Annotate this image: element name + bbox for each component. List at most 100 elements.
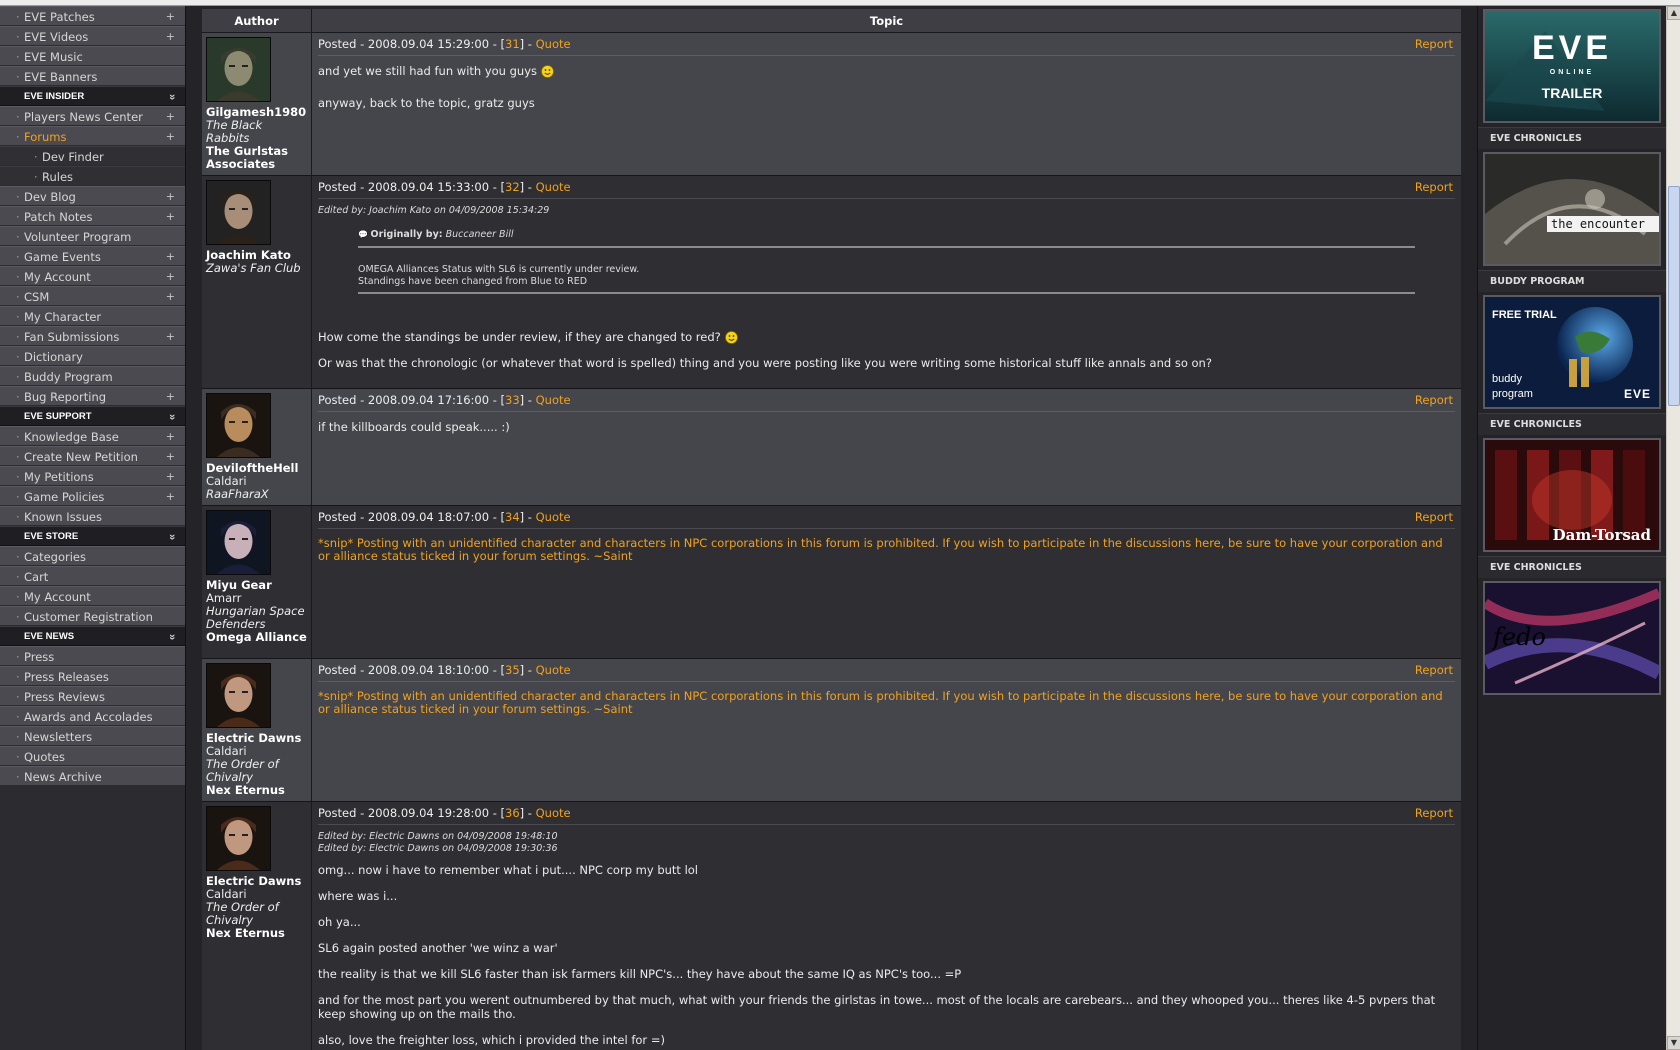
avatar[interactable] [206, 510, 271, 575]
quote-link[interactable]: Quote [536, 663, 571, 677]
nav-item-news-archive[interactable]: News Archive [0, 766, 185, 787]
nav-item-patch-notes[interactable]: Patch Notes + [0, 206, 185, 227]
nav-item-buddy-program[interactable]: Buddy Program [0, 366, 185, 387]
nav-item-press-releases[interactable]: Press Releases [0, 666, 185, 687]
nav-item-dev-blog[interactable]: Dev Blog + [0, 186, 185, 207]
expand-plus-icon[interactable]: + [166, 487, 175, 507]
avatar[interactable] [206, 663, 271, 728]
nav-item-press-reviews[interactable]: Press Reviews [0, 686, 185, 707]
quote-link[interactable]: Quote [536, 393, 571, 407]
expand-plus-icon[interactable]: + [166, 467, 175, 487]
expand-plus-icon[interactable]: + [166, 287, 175, 307]
author-corporation[interactable]: RaaFharaX [206, 488, 307, 501]
collapse-chevron-icon[interactable]: » [162, 534, 182, 540]
author-corporation[interactable]: The Order of Chivalry [206, 758, 307, 784]
nav-item-game-events[interactable]: Game Events + [0, 246, 185, 267]
quote-link[interactable]: Quote [536, 806, 571, 820]
nav-section-eve-insider[interactable]: EVE INSIDER » [0, 86, 185, 106]
expand-plus-icon[interactable]: + [166, 387, 175, 407]
nav-item-rules[interactable]: Rules [0, 166, 185, 187]
nav-item-press[interactable]: Press [0, 646, 185, 667]
nav-item-cart[interactable]: Cart [0, 566, 185, 587]
avatar[interactable] [206, 180, 271, 245]
avatar[interactable] [206, 37, 271, 102]
post-number-link[interactable]: 33 [505, 393, 520, 407]
expand-plus-icon[interactable]: + [166, 107, 175, 127]
report-link[interactable]: Report [1415, 659, 1453, 682]
nav-section-eve-news[interactable]: EVE NEWS » [0, 626, 185, 646]
expand-plus-icon[interactable]: + [166, 247, 175, 267]
author-alliance[interactable]: Omega Alliance [206, 631, 307, 644]
collapse-chevron-icon[interactable]: » [162, 634, 182, 640]
quote-link[interactable]: Quote [536, 510, 571, 524]
expand-plus-icon[interactable]: + [166, 187, 175, 207]
post-number-link[interactable]: 32 [505, 180, 520, 194]
nav-item-eve-music[interactable]: EVE Music [0, 46, 185, 67]
nav-item-players-news-center[interactable]: Players News Center + [0, 106, 185, 127]
scroll-down-button[interactable]: ▼ [1667, 1036, 1680, 1050]
author-corporation[interactable]: The Order of Chivalry [206, 901, 307, 927]
quote-link[interactable]: Quote [536, 37, 571, 51]
banner-fedo[interactable]: fedo [1483, 581, 1661, 695]
collapse-chevron-icon[interactable]: » [162, 94, 182, 100]
avatar[interactable] [206, 806, 271, 871]
expand-plus-icon[interactable]: + [166, 27, 175, 47]
nav-section-eve-support[interactable]: EVE SUPPORT » [0, 406, 185, 426]
nav-item-game-policies[interactable]: Game Policies + [0, 486, 185, 507]
post-number-link[interactable]: 35 [505, 663, 520, 677]
nav-item-eve-banners[interactable]: EVE Banners [0, 66, 185, 87]
nav-item-my-account[interactable]: My Account + [0, 266, 185, 287]
post-number-link[interactable]: 31 [505, 37, 520, 51]
expand-plus-icon[interactable]: + [166, 447, 175, 467]
scroll-thumb[interactable] [1668, 186, 1680, 406]
nav-item-dev-finder[interactable]: Dev Finder [0, 146, 185, 167]
page-scrollbar[interactable]: ▲ ▼ [1666, 6, 1680, 1050]
expand-plus-icon[interactable]: + [166, 267, 175, 287]
scroll-up-button[interactable]: ▲ [1667, 6, 1680, 20]
banner-trailer[interactable]: EVE ONLINE TRAILER [1483, 9, 1661, 123]
nav-item-eve-videos[interactable]: EVE Videos + [0, 26, 185, 47]
post-number-link[interactable]: 36 [505, 806, 520, 820]
report-link[interactable]: Report [1415, 506, 1453, 529]
nav-item-create-new-petition[interactable]: Create New Petition + [0, 446, 185, 467]
collapse-chevron-icon[interactable]: » [162, 414, 182, 420]
report-link[interactable]: Report [1415, 33, 1453, 56]
banner-buddy[interactable]: FREE TRIAL buddy program EVE [1483, 295, 1661, 409]
nav-item-bug-reporting[interactable]: Bug Reporting + [0, 386, 185, 407]
expand-plus-icon[interactable]: + [166, 207, 175, 227]
expand-plus-icon[interactable]: + [166, 327, 175, 347]
author-alliance[interactable]: The Gurlstas Associates [206, 145, 307, 171]
expand-plus-icon[interactable]: + [166, 427, 175, 447]
nav-item-quotes[interactable]: Quotes [0, 746, 185, 767]
nav-item-awards-and-accolades[interactable]: Awards and Accolades [0, 706, 185, 727]
banner-damtorsad[interactable]: Dam-Torsad [1483, 438, 1661, 552]
nav-item-fan-submissions[interactable]: Fan Submissions + [0, 326, 185, 347]
nav-item-csm[interactable]: CSM + [0, 286, 185, 307]
nav-item-categories[interactable]: Categories [0, 546, 185, 567]
report-link[interactable]: Report [1415, 802, 1453, 825]
banner-encounter[interactable]: the encounter [1483, 152, 1661, 266]
nav-item-newsletters[interactable]: Newsletters [0, 726, 185, 747]
nav-item-eve-patches[interactable]: EVE Patches + [0, 6, 185, 27]
nav-item-volunteer-program[interactable]: Volunteer Program [0, 226, 185, 247]
nav-item-my-character[interactable]: My Character [0, 306, 185, 327]
report-link[interactable]: Report [1415, 176, 1453, 199]
author-alliance[interactable]: Nex Eternus [206, 927, 307, 940]
quote-link[interactable]: Quote [536, 180, 571, 194]
post-number-link[interactable]: 34 [505, 510, 520, 524]
nav-item-forums[interactable]: Forums + [0, 126, 185, 147]
expand-plus-icon[interactable]: + [166, 7, 175, 27]
nav-item-knowledge-base[interactable]: Knowledge Base + [0, 426, 185, 447]
nav-item-my-petitions[interactable]: My Petitions + [0, 466, 185, 487]
author-corporation[interactable]: Zawa's Fan Club [206, 262, 307, 275]
nav-item-customer-registration[interactable]: Customer Registration [0, 606, 185, 627]
avatar[interactable] [206, 393, 271, 458]
author-corporation[interactable]: The Black Rabbits [206, 119, 307, 145]
author-corporation[interactable]: Hungarian Space Defenders [206, 605, 307, 631]
nav-section-eve-store[interactable]: EVE STORE » [0, 526, 185, 546]
nav-item-dictionary[interactable]: Dictionary [0, 346, 185, 367]
nav-item-my-account[interactable]: My Account [0, 586, 185, 607]
expand-plus-icon[interactable]: + [166, 127, 175, 147]
report-link[interactable]: Report [1415, 389, 1453, 412]
author-alliance[interactable]: Nex Eternus [206, 784, 307, 797]
